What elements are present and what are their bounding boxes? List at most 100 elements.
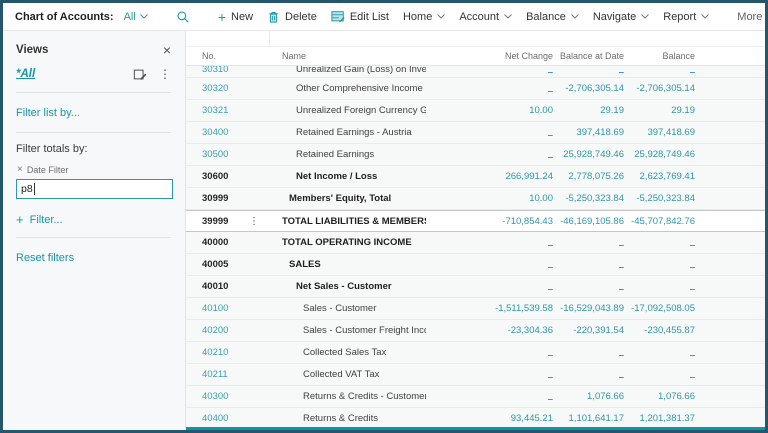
balance-at-date-value[interactable]: – — [553, 364, 624, 385]
table-row[interactable]: 40005 SALES – – – — [186, 254, 765, 276]
menu-navigate[interactable]: Navigate — [593, 11, 650, 23]
balance-value[interactable]: -17,092,508.05 — [624, 298, 695, 319]
balance-value[interactable]: 25,928,749.46 — [624, 144, 695, 165]
account-no-link[interactable]: 30400 — [186, 122, 244, 143]
search-button[interactable] — [176, 10, 190, 24]
net-change-value[interactable]: -710,854.43 — [426, 211, 553, 231]
balance-at-date-value[interactable]: 2,778,075.26 — [553, 166, 624, 187]
table-row[interactable]: 30310 Unrealized Gain (Loss) on Investmen… — [186, 66, 765, 78]
view-all-link[interactable]: *All — [16, 68, 35, 80]
account-no-link[interactable]: 30310 — [186, 66, 244, 77]
table-row[interactable]: 30600 Net Income / Loss 266,991.24 2,778,07… — [186, 166, 765, 188]
balance-at-date-value[interactable]: 1,101,641.17 — [553, 408, 624, 429]
balance-value[interactable]: – — [624, 232, 695, 253]
balance-at-date-value[interactable]: – — [553, 342, 624, 363]
balance-value[interactable]: – — [624, 254, 695, 275]
net-change-value[interactable]: – — [426, 254, 553, 275]
net-change-value[interactable]: – — [426, 232, 553, 253]
balance-value[interactable]: -5,250,323.84 — [624, 188, 695, 209]
account-no-link[interactable]: 30320 — [186, 78, 244, 99]
table-row[interactable]: 40300 Returns & Credits - Customer Freigh… — [186, 386, 765, 408]
balance-at-date-value[interactable]: -5,250,323.84 — [553, 188, 624, 209]
balance-value[interactable]: – — [624, 364, 695, 385]
column-header-balance-at-date[interactable]: Balance at Date — [553, 51, 624, 61]
balance-at-date-value[interactable]: – — [553, 66, 624, 78]
balance-at-date-value[interactable]: 397,418.69 — [553, 122, 624, 143]
balance-value[interactable]: 1,076.66 — [624, 386, 695, 407]
view-options-icon[interactable]: ⋮ — [159, 67, 171, 81]
more-options-button[interactable]: More options — [737, 11, 765, 23]
net-change-value[interactable]: – — [426, 276, 553, 297]
table-row[interactable]: 30321 Unrealized Foreign Currency Gain/Lo… — [186, 100, 765, 122]
column-header-net-change[interactable]: Net Change — [426, 51, 553, 61]
account-no-link[interactable]: 30600 — [186, 166, 244, 187]
row-options-icon[interactable]: ⋮ — [244, 211, 264, 231]
net-change-value[interactable]: 10.00 — [426, 188, 553, 209]
table-row[interactable]: 40010 Net Sales - Customer – – – — [186, 276, 765, 298]
menu-report[interactable]: Report — [663, 11, 710, 23]
table-row[interactable]: 30500 Retained Earnings –25,928,749.46 25,9… — [186, 144, 765, 166]
column-header-name[interactable]: Name — [264, 51, 426, 61]
balance-value[interactable]: -230,455.87 — [624, 320, 695, 341]
account-no-link[interactable]: 40000 — [186, 232, 244, 253]
balance-value[interactable]: -2,706,305.14 — [624, 78, 695, 99]
account-no-link[interactable]: 40005 — [186, 254, 244, 275]
balance-at-date-value[interactable]: -46,169,105.86 — [553, 211, 624, 231]
reset-filters-link[interactable]: Reset filters — [16, 252, 74, 264]
balance-at-date-value[interactable]: 25,928,749.46 — [553, 144, 624, 165]
column-header-no[interactable]: No. — [186, 51, 244, 61]
menu-balance[interactable]: Balance — [526, 11, 579, 23]
account-no-link[interactable]: 40211 — [186, 364, 244, 385]
menu-account[interactable]: Account — [459, 11, 512, 23]
balance-value[interactable]: – — [624, 66, 695, 78]
account-no-link[interactable]: 40300 — [186, 386, 244, 407]
view-selector[interactable]: All — [124, 11, 148, 23]
net-change-value[interactable]: 266,991.24 — [426, 166, 553, 187]
balance-value[interactable]: 397,418.69 — [624, 122, 695, 143]
account-no-link[interactable]: 30500 — [186, 144, 244, 165]
account-no-link[interactable]: 40400 — [186, 408, 244, 429]
balance-at-date-value[interactable]: -16,529,043.89 — [553, 298, 624, 319]
balance-value[interactable]: -45,707,842.76 — [624, 211, 695, 231]
net-change-value[interactable]: – — [426, 342, 553, 363]
account-no-link[interactable]: 40010 — [186, 276, 244, 297]
net-change-value[interactable]: – — [426, 78, 553, 99]
balance-at-date-value[interactable]: – — [553, 276, 624, 297]
table-row[interactable]: 40100 Sales - Customer -1,511,539.58 -16,52… — [186, 298, 765, 320]
add-filter-link[interactable]: + Filter... — [16, 213, 171, 226]
table-row[interactable]: 39999⋮ TOTAL LIABILITIES & MEMBERS' EQUIT… — [186, 210, 765, 232]
net-change-value[interactable]: 10.00 — [426, 100, 553, 121]
remove-date-filter-icon[interactable]: × — [17, 164, 23, 175]
table-row[interactable]: 30999 Members' Equity, Total 10.00 -5,250,3… — [186, 188, 765, 210]
balance-at-date-value[interactable]: -220,391.54 — [553, 320, 624, 341]
net-change-value[interactable]: – — [426, 144, 553, 165]
account-no-link[interactable]: 39999 — [186, 211, 244, 231]
filter-list-by-link[interactable]: Filter list by... — [16, 107, 80, 119]
balance-at-date-value[interactable]: – — [553, 232, 624, 253]
net-change-value[interactable]: -1,511,539.58 — [426, 298, 553, 319]
edit-list-button[interactable]: Edit List — [331, 10, 389, 23]
table-row[interactable]: 30320 Other Comprehensive Income – -2,706,3… — [186, 78, 765, 100]
balance-at-date-value[interactable]: 1,076.66 — [553, 386, 624, 407]
account-no-link[interactable]: 40200 — [186, 320, 244, 341]
date-filter-input[interactable]: p8 — [16, 179, 173, 199]
balance-at-date-value[interactable]: -2,706,305.14 — [553, 78, 624, 99]
table-row[interactable]: 30400 Retained Earnings - Austria –397,418… — [186, 122, 765, 144]
column-header-balance[interactable]: Balance — [624, 51, 695, 61]
edit-view-icon[interactable] — [133, 68, 147, 81]
close-pane-icon[interactable]: × — [163, 43, 171, 57]
delete-button[interactable]: Delete — [267, 10, 317, 24]
balance-value[interactable]: 1,201,381.37 — [624, 408, 695, 429]
account-no-link[interactable]: 40210 — [186, 342, 244, 363]
account-no-link[interactable]: 40100 — [186, 298, 244, 319]
table-row[interactable]: 40200 Sales - Customer Freight Income-23,… — [186, 320, 765, 342]
net-change-value[interactable]: – — [426, 386, 553, 407]
net-change-value[interactable]: -23,304.36 — [426, 320, 553, 341]
account-no-link[interactable]: 30999 — [186, 188, 244, 209]
new-button[interactable]: + New — [218, 10, 253, 24]
balance-value[interactable]: 2,623,769.41 — [624, 166, 695, 187]
net-change-value[interactable]: – — [426, 364, 553, 385]
table-row[interactable]: 40211 Collected VAT Tax – – – — [186, 364, 765, 386]
table-row[interactable]: 40210 Collected Sales Tax – – – — [186, 342, 765, 364]
balance-value[interactable]: 29.19 — [624, 100, 695, 121]
